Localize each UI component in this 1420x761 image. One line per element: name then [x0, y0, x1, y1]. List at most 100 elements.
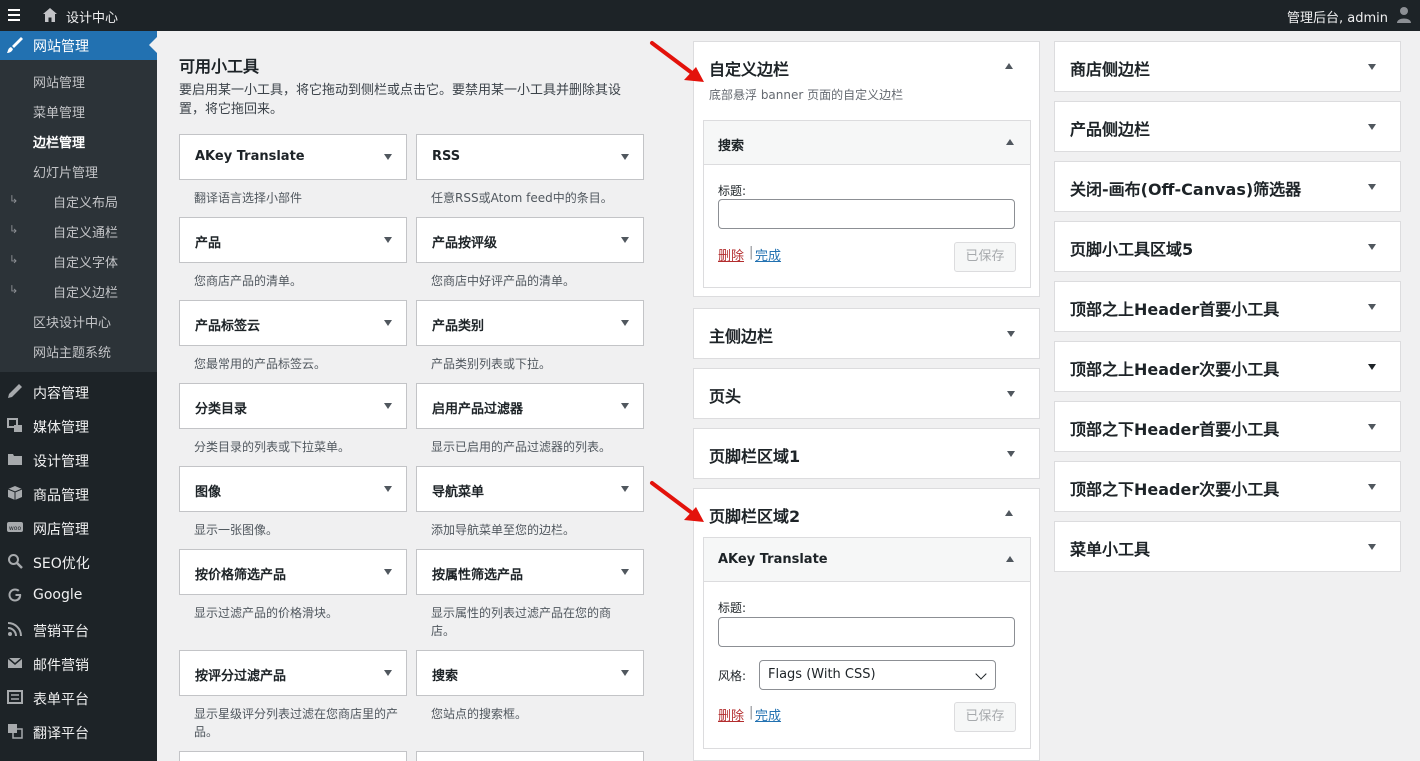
sidebar-item-shop[interactable]: woo 网店管理 — [0, 512, 157, 542]
caret-down-icon[interactable] — [384, 237, 392, 243]
submenu-item-slides[interactable]: 幻灯片管理 — [33, 162, 98, 181]
title-input[interactable] — [718, 199, 1015, 229]
account-name[interactable]: 管理后台, admin — [1287, 7, 1388, 26]
submenu-item-menus[interactable]: 菜单管理 — [33, 102, 85, 121]
sidebar-area-off-canvas[interactable]: 关闭-画布(Off-Canvas)筛选器 — [1054, 161, 1401, 212]
submenu-item-sidebars[interactable]: 边栏管理 — [33, 132, 85, 151]
caret-down-icon[interactable] — [1368, 544, 1376, 550]
submenu-item-block-design[interactable]: 区块设计中心 — [33, 312, 111, 331]
style-select[interactable]: Flags (With CSS) — [759, 660, 996, 690]
caret-down-icon[interactable] — [621, 569, 629, 575]
widget-rating-filter[interactable]: 按评分过滤产品 — [179, 650, 407, 696]
sidebar-area-header[interactable]: 页头 — [693, 368, 1040, 419]
widget-products[interactable]: 产品 — [179, 217, 407, 263]
caret-down-icon[interactable] — [1007, 331, 1015, 337]
caret-down-icon[interactable] — [1368, 364, 1376, 370]
submenu-item-custom-bar[interactable]: 自定义通栏 — [53, 222, 118, 241]
caret-down-icon[interactable] — [384, 569, 392, 575]
caret-down-icon[interactable] — [621, 403, 629, 409]
sidebar-area-title[interactable]: 自定义边栏 — [709, 56, 789, 80]
sidebar-item-seo[interactable]: SEO优化 — [0, 546, 157, 576]
sidebar-area-product[interactable]: 产品侧边栏 — [1054, 101, 1401, 152]
widget-product-tag-cloud[interactable]: 产品标签云 — [179, 300, 407, 346]
sidebar-item-site-management[interactable]: 网站管理 — [0, 31, 157, 60]
sidebar-item-marketing[interactable]: 营销平台 — [0, 614, 157, 644]
widget-image[interactable]: 图像 — [179, 466, 407, 512]
caret-up-icon[interactable] — [1006, 556, 1014, 562]
user-avatar-icon[interactable] — [1396, 6, 1412, 24]
home-icon[interactable] — [42, 7, 58, 23]
sidebar-area-main[interactable]: 主侧边栏 — [693, 308, 1040, 359]
caret-up-icon[interactable] — [1005, 63, 1013, 69]
submenu-item-site[interactable]: 网站管理 — [33, 72, 85, 91]
caret-down-icon[interactable] — [621, 237, 629, 243]
submenu-item-custom-font[interactable]: 自定义字体 — [53, 252, 118, 271]
widget-rss[interactable]: RSS — [416, 134, 644, 180]
caret-down-icon[interactable] — [1368, 424, 1376, 430]
caret-down-icon[interactable] — [384, 670, 392, 676]
placed-widget-header[interactable]: 搜索 — [704, 121, 1030, 165]
sidebar-area-below-header-primary[interactable]: 顶部之下Header首要小工具 — [1054, 401, 1401, 452]
widget-price-filter[interactable]: 按价格筛选产品 — [179, 549, 407, 595]
sidebar-area-menu-widgets[interactable]: 菜单小工具 — [1054, 521, 1401, 572]
widget-attribute-filter[interactable]: 按属性筛选产品 — [416, 549, 644, 595]
caret-down-icon[interactable] — [1368, 64, 1376, 70]
placed-widget-header[interactable]: AKey Translate — [704, 538, 1030, 582]
sidebar-item-content[interactable]: 内容管理 — [0, 376, 157, 406]
caret-down-icon[interactable] — [621, 486, 629, 492]
sidebar-area-above-header-secondary[interactable]: 顶部之上Header次要小工具 — [1054, 341, 1401, 392]
widget-search[interactable]: 搜索 — [416, 650, 644, 696]
sidebar-item-email[interactable]: 邮件营销 — [0, 648, 157, 678]
done-link[interactable]: 完成 — [755, 705, 781, 724]
caret-down-icon[interactable] — [384, 486, 392, 492]
sidebar-item-design[interactable]: 设计管理 — [0, 444, 157, 474]
sidebar-area-below-header-secondary[interactable]: 顶部之下Header次要小工具 — [1054, 461, 1401, 512]
delete-link[interactable]: 删除 — [718, 245, 744, 264]
sidebar-item-translate[interactable]: 翻译平台 — [0, 716, 157, 746]
sidebar-area-above-header-primary[interactable]: 顶部之上Header首要小工具 — [1054, 281, 1401, 332]
sidebar-item-forms[interactable]: 表单平台 — [0, 682, 157, 712]
caret-down-icon[interactable] — [1368, 124, 1376, 130]
hamburger-icon[interactable] — [8, 6, 22, 24]
caret-down-icon[interactable] — [1368, 184, 1376, 190]
caret-down-icon[interactable] — [1368, 304, 1376, 310]
title-input[interactable] — [718, 617, 1015, 647]
caret-down-icon[interactable] — [1368, 484, 1376, 490]
caret-down-icon[interactable] — [1007, 451, 1015, 457]
widget-akey-translate[interactable]: AKey Translate — [179, 134, 407, 180]
sidebar-area-title[interactable]: 页脚栏区域2 — [709, 503, 800, 527]
widget-title: 产品 — [195, 236, 222, 251]
caret-up-icon[interactable] — [1006, 139, 1014, 145]
caret-down-icon[interactable] — [1368, 244, 1376, 250]
sidebar-item-media[interactable]: 媒体管理 — [0, 410, 157, 440]
caret-up-icon[interactable] — [1005, 510, 1013, 516]
submenu-item-custom-layout[interactable]: 自定义布局 — [53, 192, 118, 211]
caret-down-icon[interactable] — [384, 320, 392, 326]
saved-button[interactable]: 已保存 — [954, 242, 1016, 272]
widget-partial[interactable] — [416, 751, 644, 761]
caret-down-icon[interactable] — [621, 320, 629, 326]
sidebar-area-footer1[interactable]: 页脚栏区域1 — [693, 428, 1040, 479]
site-name-link[interactable]: 设计中心 — [66, 7, 118, 26]
delete-link[interactable]: 删除 — [718, 705, 744, 724]
submenu-item-theme-system[interactable]: 网站主题系统 — [33, 342, 111, 361]
caret-down-icon[interactable] — [621, 154, 629, 160]
caret-down-icon[interactable] — [384, 403, 392, 409]
widget-active-product-filters[interactable]: 启用产品过滤器 — [416, 383, 644, 429]
done-link[interactable]: 完成 — [755, 245, 781, 264]
sidebar-item-google[interactable]: Google — [0, 580, 157, 610]
widget-categories[interactable]: 分类目录 — [179, 383, 407, 429]
submenu-item-custom-sidebar[interactable]: 自定义边栏 — [53, 282, 118, 301]
sidebar-area-footer5[interactable]: 页脚小工具区域5 — [1054, 221, 1401, 272]
widget-products-by-rating[interactable]: 产品按评级 — [416, 217, 644, 263]
sidebar-item-products[interactable]: 商品管理 — [0, 478, 157, 508]
caret-down-icon[interactable] — [384, 154, 392, 160]
caret-down-icon[interactable] — [621, 670, 629, 676]
widget-partial[interactable] — [179, 751, 407, 761]
saved-button[interactable]: 已保存 — [954, 702, 1016, 732]
sidebar-item-label: 媒体管理 — [33, 420, 89, 436]
widget-product-categories[interactable]: 产品类别 — [416, 300, 644, 346]
sidebar-area-shop[interactable]: 商店侧边栏 — [1054, 41, 1401, 92]
widget-nav-menu[interactable]: 导航菜单 — [416, 466, 644, 512]
caret-down-icon[interactable] — [1007, 391, 1015, 397]
